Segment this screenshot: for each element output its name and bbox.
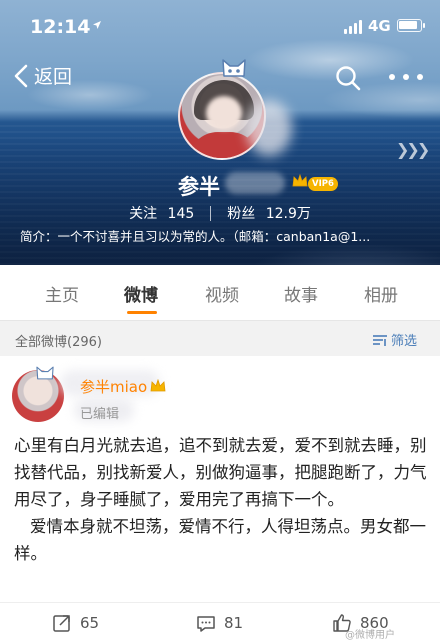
follow-counts: 关注 145 粉丝 12.9万 (0, 202, 440, 224)
watermark: @微博用户 (345, 630, 395, 641)
chevron-left-icon (14, 64, 28, 87)
filter-button[interactable]: 筛选 (372, 330, 417, 349)
back-label: 返回 (34, 66, 73, 88)
vip-badge[interactable]: VIP6 (308, 177, 338, 191)
more-options-icon[interactable] (389, 74, 425, 84)
follow-stat[interactable]: 关注 145 (129, 203, 194, 223)
fans-stat[interactable]: 粉丝 12.9万 (227, 203, 311, 223)
profile-nickname: 参半 (178, 175, 220, 199)
post-meta: 已编辑 (80, 407, 120, 422)
post-paragraph: 爱情本身就不坦荡，爱情不行，人得坦荡点。男女都一样。 (14, 517, 426, 563)
fans-label: 粉丝 (227, 206, 256, 222)
comment-icon (197, 616, 215, 632)
privacy-blur (246, 100, 292, 156)
crown-icon (150, 379, 166, 392)
search-icon[interactable] (334, 64, 362, 92)
filter-label: 筛选 (391, 334, 418, 349)
all-posts-count: 全部微博(296) (15, 335, 102, 350)
privacy-blur (225, 172, 285, 194)
comment-count: 81 (224, 614, 244, 632)
post-card[interactable]: 参半miao 已编辑 心里有白月光就去追，追不到就去爱，爱不到就去睡，别找替代品… (0, 356, 440, 602)
follow-label: 关注 (129, 206, 158, 222)
cat-badge-icon (36, 366, 54, 380)
network-label: 4G (368, 17, 391, 35)
post-author-name[interactable]: 参半miao (80, 376, 147, 397)
profile-tabs: 主页 微博 视频 故事 相册 (0, 265, 440, 321)
repost-icon (53, 615, 70, 632)
divider (210, 205, 212, 221)
follow-count: 145 (167, 206, 195, 222)
cat-badge-icon (222, 59, 246, 77)
tab-album[interactable]: 相册 (364, 281, 398, 306)
status-time: 12:14 (30, 16, 91, 38)
profile-bio[interactable]: 简介：一个不讨喜并且习以为常的人。（邮箱：canban1a@1... (20, 226, 440, 248)
back-button[interactable]: 返回 (12, 62, 72, 89)
battery-icon (397, 19, 425, 32)
tab-video[interactable]: 视频 (205, 281, 239, 306)
location-arrow-icon (93, 21, 101, 29)
post-body: 心里有白月光就去追，追不到就去爱，爱不到就去睡，别找替代品，别找新爱人，别做狗逼… (14, 432, 428, 567)
tab-weibo[interactable]: 微博 (124, 281, 158, 306)
post-paragraph: 心里有白月光就去追，追不到就去爱，爱不到就去睡，别找替代品，别找新爱人，别做狗逼… (14, 436, 427, 509)
feed-filter-bar: 全部微博(296) 筛选 (0, 322, 440, 355)
fans-count: 12.9万 (265, 206, 311, 222)
profile-name-row: 参半 VIP6 (0, 168, 440, 199)
repost-button[interactable]: 65 (52, 613, 99, 633)
filter-icon (373, 334, 387, 346)
active-tab-indicator (127, 311, 157, 314)
double-chevron-icon: ❯❯❯ (396, 140, 430, 159)
tab-stories[interactable]: 故事 (284, 281, 318, 306)
status-bar: 12:14 4G (0, 0, 440, 50)
comment-button[interactable]: 81 (196, 613, 243, 633)
crown-icon (292, 174, 308, 187)
signal-icon (344, 20, 362, 34)
repost-count: 65 (80, 614, 100, 632)
tab-home[interactable]: 主页 (45, 281, 79, 306)
